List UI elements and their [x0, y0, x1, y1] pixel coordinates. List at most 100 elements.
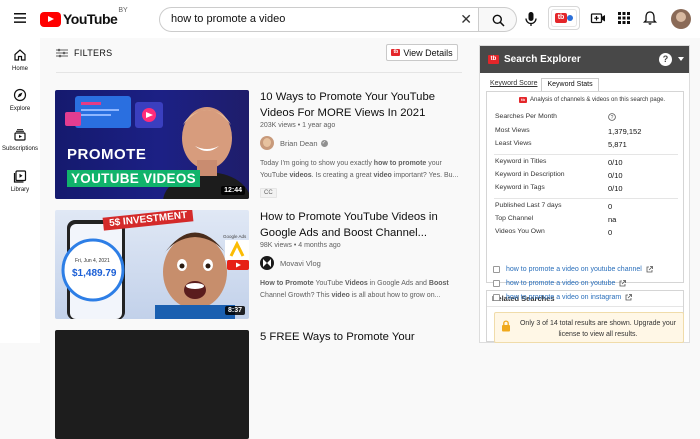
stat-label: Keyword in Titles — [495, 158, 547, 165]
library-icon — [13, 170, 27, 183]
channel-name[interactable]: Brian Dean — [280, 139, 318, 148]
video-result: 5$ INVESTMENT Fri, Jun 4, 2021 $1,489.79… — [55, 210, 465, 320]
upgrade-text: Only 3 of 14 total results are shown. Up… — [519, 320, 677, 338]
external-link-icon[interactable] — [646, 266, 653, 273]
apps-grid-icon[interactable] — [616, 10, 632, 26]
clear-search-icon[interactable]: ✕ — [460, 12, 472, 26]
desc-text: . Is creating a great — [311, 171, 374, 179]
collapse-caret-icon[interactable] — [678, 57, 684, 61]
video-duration: 8:37 — [224, 306, 245, 315]
stat-value: 0/10 — [608, 184, 623, 193]
desc-text: in Google Ads and — [367, 280, 429, 287]
external-link-icon[interactable] — [625, 294, 633, 301]
channel-avatar[interactable] — [260, 256, 274, 270]
desc-text: important? Yes. Bu... — [391, 171, 459, 179]
channel-name[interactable]: Movavi Vlog — [280, 259, 321, 268]
search-button[interactable] — [479, 7, 517, 32]
video-thumbnail[interactable]: PROMOTE YOUTUBE VIDEOS 12:44 — [55, 90, 249, 199]
related-separator — [487, 306, 683, 307]
related-search-item[interactable]: how to promote a video on instagram — [493, 294, 633, 301]
notifications-bell-icon[interactable] — [642, 10, 658, 26]
stat-value: 0 — [608, 228, 613, 237]
create-video-icon[interactable] — [590, 10, 606, 26]
help-icon[interactable]: ? — [659, 53, 672, 66]
related-search-link[interactable]: how to promote a video on instagram — [506, 294, 621, 301]
thumbnail-brand: Google Ads — [223, 234, 247, 239]
tab-keyword-score[interactable]: Keyword Score — [486, 78, 541, 92]
related-search-link[interactable]: how to promote a video on youtube channe… — [506, 266, 642, 273]
thumbnail-date: Fri, Jun 4, 2021 — [75, 258, 110, 264]
tab-keyword-stats[interactable]: Keyword Stats — [541, 78, 599, 92]
video-description: Today I'm going to show you exactly how … — [260, 158, 465, 181]
tubebuddy-button[interactable]: tb — [551, 9, 577, 27]
video-result: PROMOTE YOUTUBE VIDEOS 12:44 10 Ways to … — [55, 90, 465, 200]
tubebuddy-logo-icon: tb — [555, 13, 567, 23]
youtube-logo[interactable]: YouTube BY — [40, 7, 128, 27]
filters-toggle[interactable]: FILTERS — [56, 48, 112, 58]
filter-sliders-icon — [56, 48, 68, 58]
related-search-item[interactable]: how to promote a video on youtube — [493, 280, 627, 287]
stat-label: Searches Per Month — [495, 113, 557, 120]
channel-link[interactable]: Movavi Vlog — [260, 256, 465, 270]
thumbnail-art — [61, 220, 249, 319]
panel-header: tb Search Explorer ? — [480, 46, 689, 73]
stat-value: 5,871 — [608, 140, 627, 149]
sidebar-item-label: Subscriptions — [1, 146, 39, 152]
desc-highlight: Boost — [428, 280, 449, 287]
search-box: ✕ — [159, 7, 479, 32]
sidebar-item-label: Library — [10, 187, 30, 193]
sidebar-item-subscriptions[interactable]: Subscriptions — [0, 128, 40, 152]
sidebar-item-library[interactable]: Library — [0, 169, 40, 193]
video-title[interactable]: 5 FREE Ways to Promote Your — [260, 330, 465, 346]
video-thumbnail[interactable] — [55, 330, 249, 439]
sidebar-item-label: Home — [11, 66, 28, 72]
keyword-stats-box: tb Analysis of channels & videos on this… — [486, 91, 684, 283]
related-search-link[interactable]: how to promote a video on youtube — [506, 280, 615, 287]
analysis-note-text: Analysis of channels & videos on this se… — [530, 97, 666, 103]
thumbnail-text-youtube-videos: YOUTUBE VIDEOS — [67, 170, 200, 187]
microphone-icon[interactable] — [521, 9, 541, 29]
user-avatar[interactable] — [671, 9, 691, 29]
video-thumbnail[interactable]: 5$ INVESTMENT Fri, Jun 4, 2021 $1,489.79… — [55, 210, 249, 319]
desc-text: Channel Growth? This — [260, 291, 332, 299]
hamburger-menu-icon[interactable] — [12, 10, 28, 26]
stat-value: 0/10 — [608, 158, 623, 167]
desc-highlight: how to promote — [373, 160, 427, 167]
filters-divider — [56, 72, 462, 73]
desc-text: YouTube — [313, 280, 345, 287]
desc-highlight: Videos — [344, 280, 368, 287]
related-checkbox[interactable] — [493, 294, 500, 301]
cc-badge: CC — [260, 188, 277, 198]
info-icon[interactable]: ? — [608, 113, 616, 123]
sidebar-item-explore[interactable]: Explore — [0, 88, 40, 112]
subscriptions-icon — [14, 129, 26, 141]
desc-highlight: video — [331, 291, 350, 299]
stats-separator — [494, 154, 678, 155]
video-title[interactable]: 10 Ways to Promote Your YouTube Videos F… — [260, 90, 465, 121]
channel-link[interactable]: Brian Dean ✓ — [260, 136, 465, 150]
youtube-play-icon — [40, 11, 61, 27]
view-details-button[interactable]: tb View Details — [386, 44, 458, 61]
thumbnail-amount: $1,489.79 — [72, 268, 117, 279]
search-input[interactable] — [171, 13, 451, 25]
related-checkbox[interactable] — [493, 266, 500, 273]
panel-tabs: Keyword Score Keyword Stats — [486, 78, 599, 92]
stat-value: na — [608, 215, 617, 224]
channel-avatar[interactable] — [260, 136, 274, 150]
stat-label: Keyword in Tags — [495, 184, 545, 191]
desc-highlight: How to Promote — [260, 280, 314, 287]
stat-value: 0/10 — [608, 171, 623, 180]
region-code: BY — [118, 7, 128, 14]
upgrade-notice: Only 3 of 14 total results are shown. Up… — [494, 312, 684, 343]
related-checkbox[interactable] — [493, 280, 500, 287]
video-title[interactable]: How to Promote YouTube Videos in Google … — [260, 210, 465, 241]
top-bar: YouTube BY ✕ tb — [0, 0, 700, 38]
related-search-item[interactable]: how to promote a video on youtube channe… — [493, 266, 653, 273]
external-link-icon[interactable] — [619, 280, 627, 287]
sidebar-item-home[interactable]: Home — [0, 48, 40, 72]
stat-label: Keyword in Description — [495, 171, 565, 178]
verified-check-icon: ✓ — [320, 139, 328, 147]
stat-value: 0 — [608, 202, 613, 211]
thumbnail-text-promote: PROMOTE — [67, 146, 147, 163]
video-info: 5 FREE Ways to Promote Your — [260, 330, 465, 346]
